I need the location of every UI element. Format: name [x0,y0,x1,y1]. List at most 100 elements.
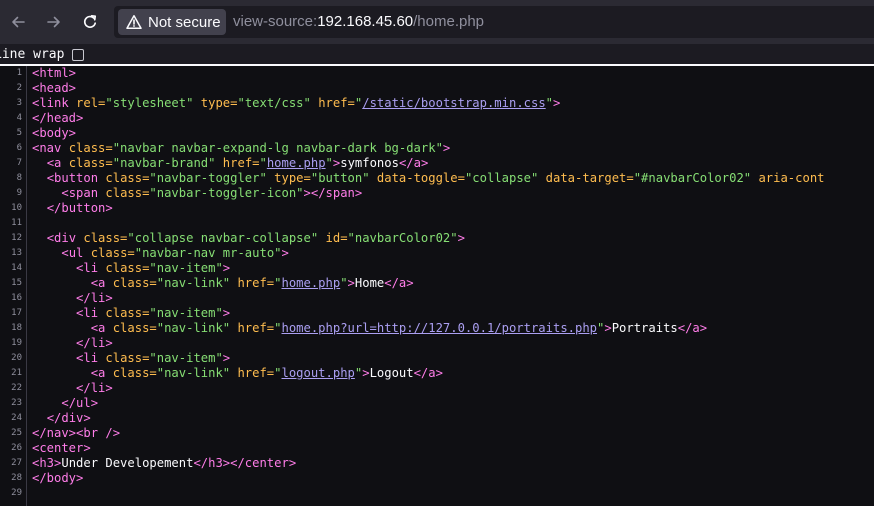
source-line: 22 </li> [0,381,874,396]
line-wrap-label: Line wrap [0,47,65,62]
line-number: 25 [11,428,22,438]
attribute-token: href= [215,156,260,170]
tag-token: </nav><br /> [32,426,121,440]
line-number: 8 [16,173,22,183]
line-number: 10 [11,203,22,213]
line-code: <button class="navbar-toggler" type="but… [32,171,825,186]
value-token: "nav-item" [149,351,223,365]
line-number: 15 [11,278,22,288]
value-token: "navbar-nav mr-auto" [134,246,282,260]
source-line: 9 <span class="navbar-toggler-icon"></sp… [0,186,874,201]
url-bar[interactable]: Not secure view-source:192.168.45.60/hom… [114,6,874,38]
line-code: <a class="nav-link" href="home.php">Home… [32,276,414,291]
value-token: " [545,96,554,110]
url-text[interactable]: view-source:192.168.45.60/home.php [233,13,484,30]
tag-token: </li> [76,381,113,395]
source-line: 7 <a class="navbar-brand" href="home.php… [0,156,874,171]
line-code: </body> [32,471,83,486]
tag-token: </li> [76,336,113,350]
tag-token: > [281,246,289,260]
tag-token: ></span> [303,186,363,200]
line-code: </li> [32,336,113,351]
attribute-token: class= [105,186,150,200]
value-token: "text/css" [237,96,311,110]
tag-token: > [604,321,612,335]
tag-token: > [457,231,465,245]
value-token: " [274,366,282,380]
line-number: 29 [11,488,22,498]
line-code: <li class="nav-item"> [32,351,230,366]
line-code: <ul class="navbar-nav mr-auto"> [32,246,289,261]
security-indicator[interactable]: Not secure [118,9,226,35]
source-line: 17 <li class="nav-item"> [0,306,874,321]
line-number: 3 [16,98,22,108]
arrow-right-icon [47,16,60,28]
source-line: 15 <a class="nav-link" href="home.php">H… [0,276,874,291]
line-wrap-checkbox[interactable] [72,49,84,61]
source-line: 13 <ul class="navbar-nav mr-auto"> [0,246,874,261]
attribute-token: href= [230,276,275,290]
text-token: Home [354,276,385,290]
source-line: 23 </ul> [0,396,874,411]
tag-token: > [553,96,561,110]
line-number: 28 [11,473,22,483]
reload-button[interactable] [76,8,104,36]
security-label: Not secure [148,13,221,31]
tag-token: > [222,261,231,275]
tag-token: <a [46,156,69,170]
tag-token: <li [76,261,106,275]
attribute-token: class= [68,141,113,155]
source-link[interactable]: /static/bootstrap.min.css [362,96,545,110]
line-number: 14 [11,263,22,273]
browser-toolbar: Not secure view-source:192.168.45.60/hom… [0,0,874,44]
source-line: 8 <button class="navbar-toggler" type="b… [0,171,874,186]
line-number: 27 [11,458,22,468]
forward-button[interactable] [40,8,68,36]
source-link[interactable]: home.php [282,276,341,290]
tag-token: > [347,276,355,290]
value-token: "navbarColor02" [347,231,458,245]
tag-token: > [222,306,231,320]
attribute-token: class= [112,321,157,335]
source-line: 2 <head> [0,81,874,96]
line-number: 12 [11,233,22,243]
reload-icon [83,15,97,28]
text-token: Under Developement [61,456,194,470]
source-line: 21 <a class="nav-link" href="logout.php"… [0,366,874,381]
tag-token: </head> [32,111,84,125]
attribute-token: class= [112,366,157,380]
tag-token: <head> [32,81,77,95]
attribute-token: class= [105,351,150,365]
source-line: 11 [0,216,874,231]
warning-icon [126,15,142,29]
tag-token: </a> [677,321,708,335]
source-line: 5 <body> [0,126,874,141]
line-code: <a class="navbar-brand" href="home.php">… [32,156,429,171]
attribute-token: class= [83,231,128,245]
line-number: 6 [16,143,22,153]
line-code: </li> [32,381,113,396]
line-code: </div> [32,411,91,426]
back-button[interactable] [4,8,32,36]
tag-token: <ul [61,246,91,260]
source-line: 14 <li class="nav-item"> [0,261,874,276]
value-token: "nav-link" [156,276,231,290]
source-link[interactable]: logout.php [282,366,355,380]
source-line: 10 </button> [0,201,874,216]
attribute-token: data-toggle= [369,171,465,185]
tag-token: </li> [76,291,113,305]
line-code: <div class="collapse navbar-collapse" id… [32,231,465,246]
tag-token: <button [46,171,106,185]
source-link[interactable]: home.php [267,156,326,170]
source-line: 1 <html> [0,66,874,81]
line-code: <a class="nav-link" href="logout.php">Lo… [32,366,443,381]
source-link[interactable]: home.php?url=http://127.0.0.1/portraits.… [282,321,598,335]
attribute-token: class= [90,246,135,260]
value-token: "collapse" [464,171,539,185]
line-code: </button> [32,201,113,216]
